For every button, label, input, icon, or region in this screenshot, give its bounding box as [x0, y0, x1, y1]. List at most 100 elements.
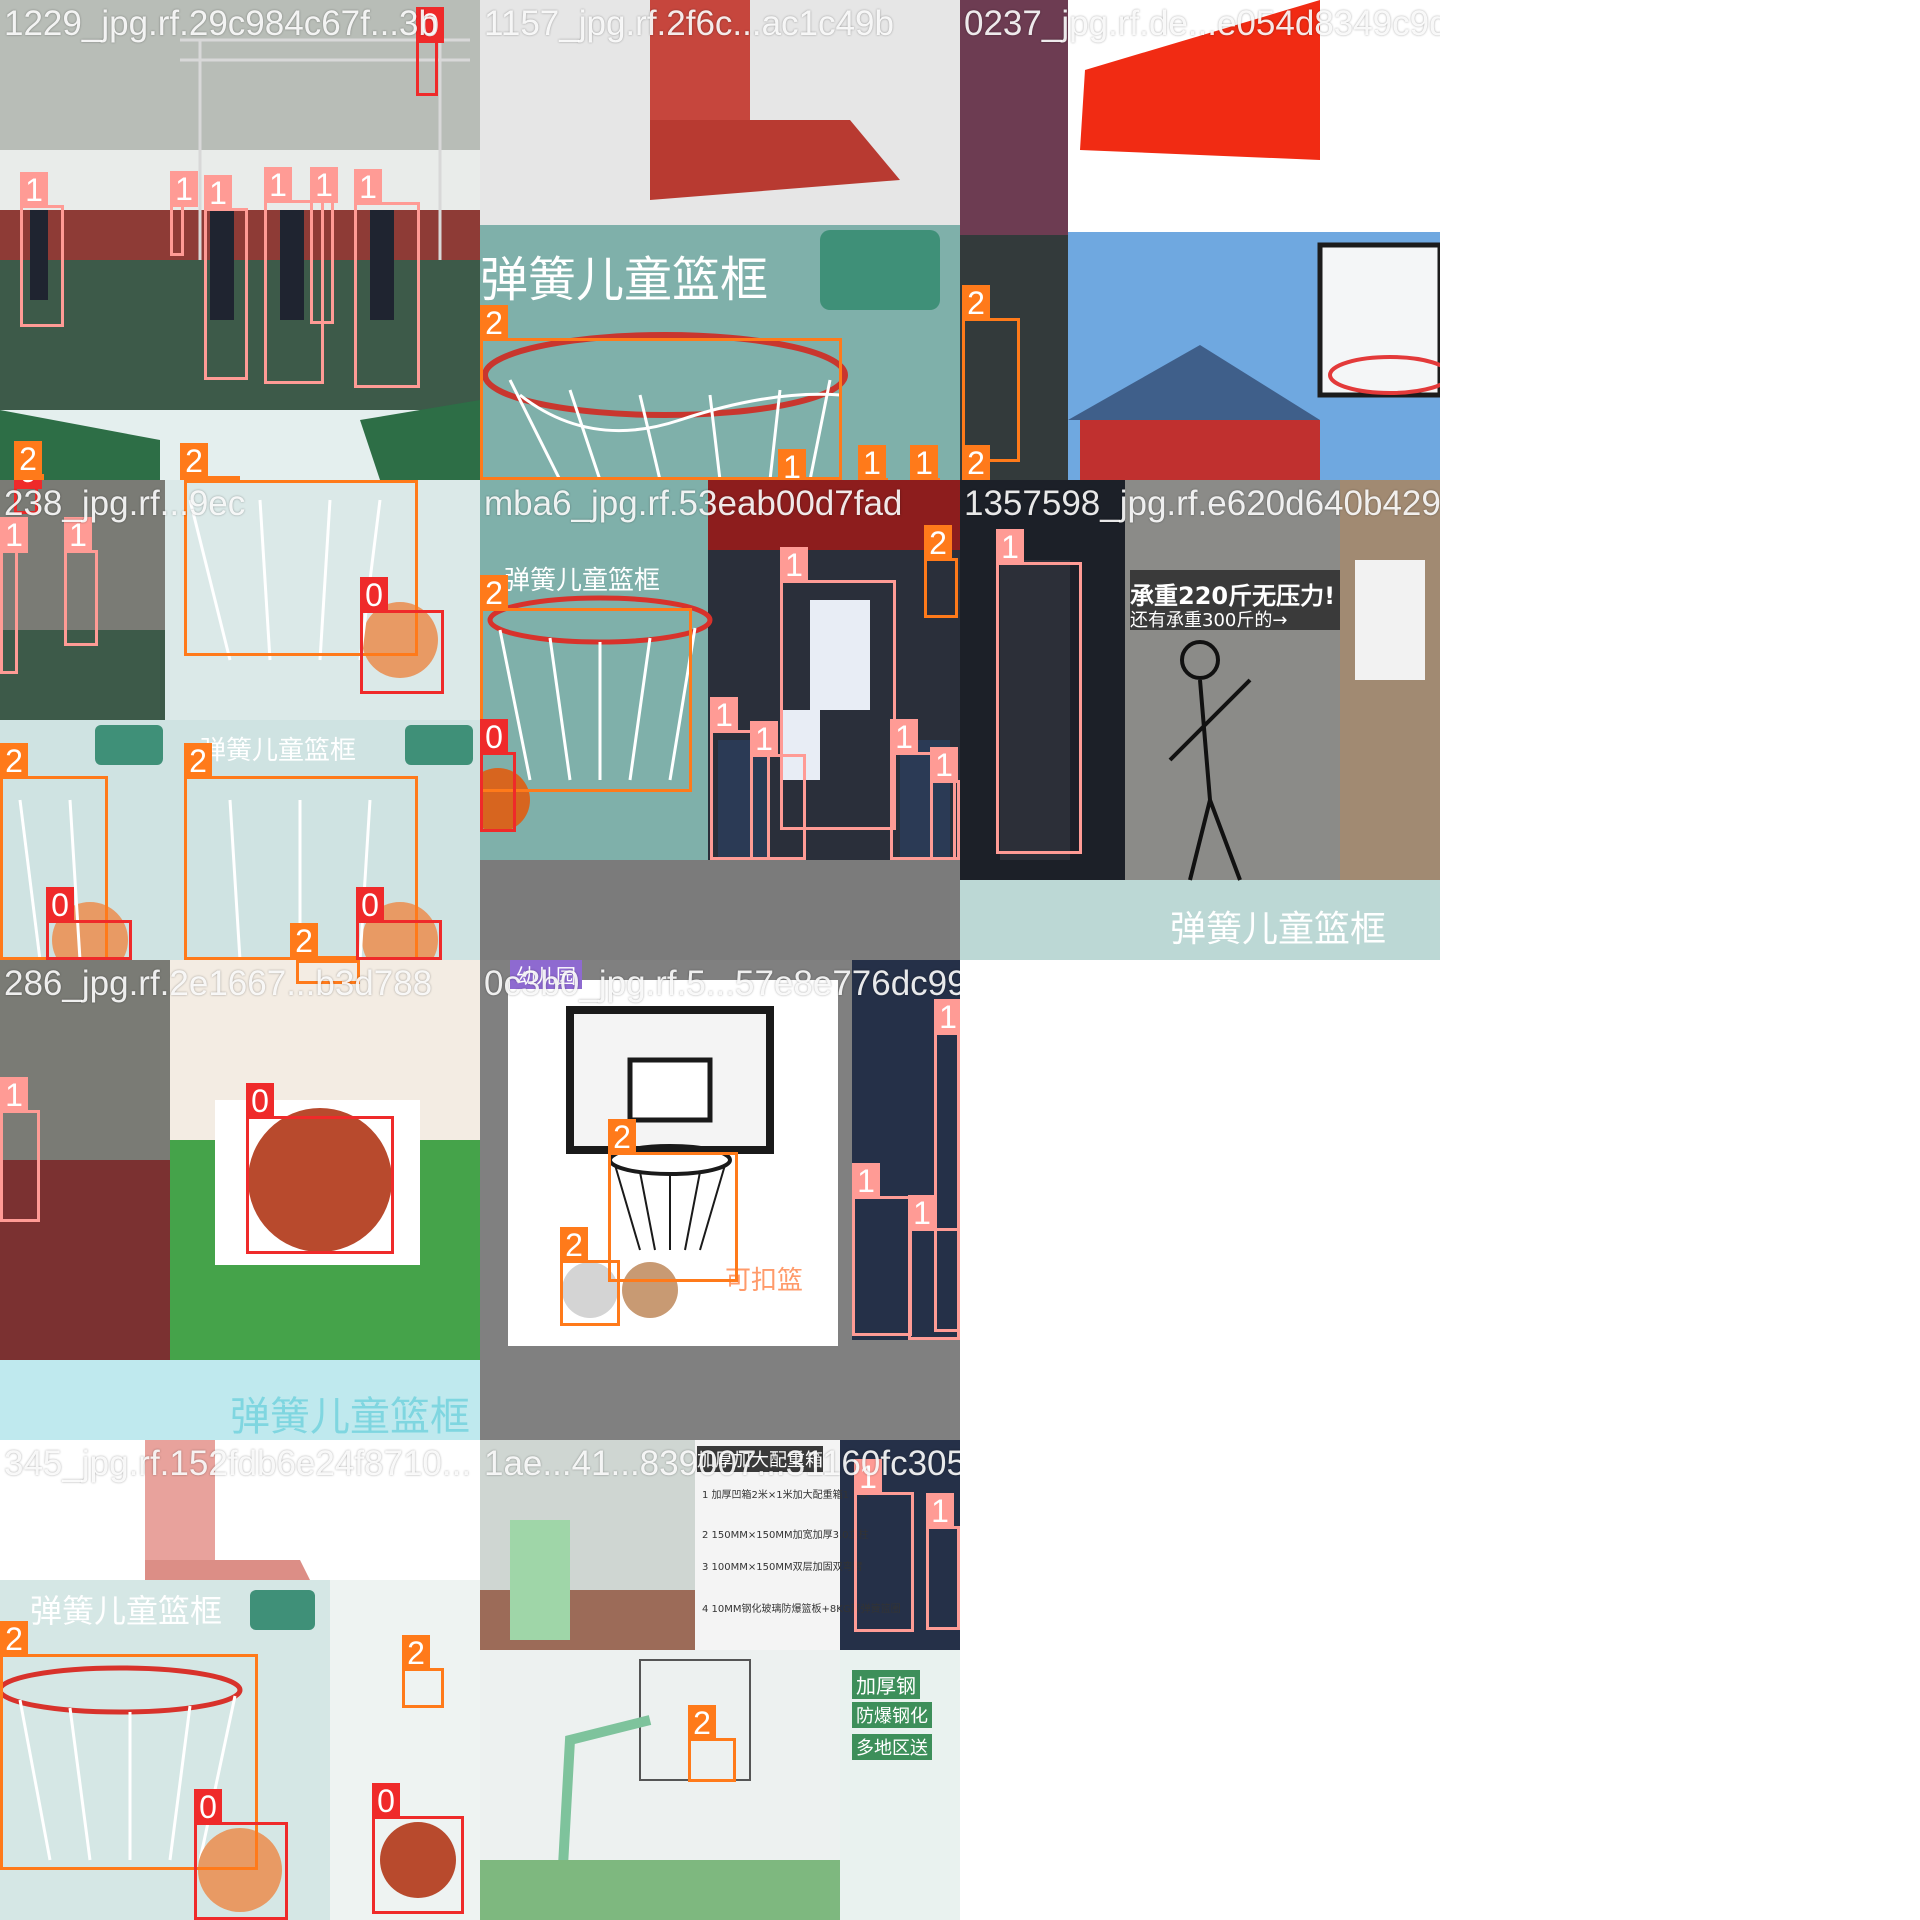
class-label: 2: [924, 525, 952, 561]
class-label: 1: [310, 167, 338, 203]
tile-filename: 1229_jpg.rf.29c984c67f...3b: [4, 4, 438, 43]
detection-box: 0: [356, 887, 442, 960]
tile-filename: 1ae...41...839007...31160fc305651fc86bd: [484, 1444, 960, 1483]
tile-filename: 238_jpg.rf...9ec: [4, 484, 246, 523]
class-label: 2: [184, 743, 212, 779]
class-label: 1: [858, 445, 886, 480]
detection-box: 1: [0, 1077, 40, 1222]
detection-box: 1: [910, 445, 940, 480]
class-label: 0: [480, 719, 508, 755]
overlay-text: 弹簧儿童篮框: [480, 252, 769, 308]
detection-box: 1: [170, 171, 198, 256]
mosaic-tile-1: 1229_jpg.rf.29c984c67f...3b 0 1 1 1 1 1 …: [0, 0, 480, 480]
side-line: 多地区送: [852, 1734, 932, 1760]
class-label: 2: [290, 923, 318, 959]
mosaic-tile-4: 弹簧儿童篮框 238_jpg.rf...9ec 0 2 1 1 0 2 2 0 …: [0, 480, 480, 960]
detection-box: 2: [962, 445, 990, 480]
class-label: 1: [926, 1493, 954, 1529]
detection-box: 0: [46, 887, 132, 960]
detection-box: 2: [560, 1227, 620, 1326]
class-label: 1: [778, 449, 806, 480]
tile-filename: mba6_jpg.rf.53eab00d7fad: [484, 484, 903, 523]
overlay-text: 弹簧儿童篮框: [504, 566, 661, 596]
class-label: 1: [930, 747, 958, 783]
class-label: 1: [852, 1163, 880, 1199]
class-label: 2: [0, 1621, 28, 1657]
side-line: 防爆钢化: [852, 1702, 932, 1728]
mosaic-tile-6: 承重220斤无压力! 还有承重300斤的→ 弹簧儿童篮框 1357598_jpg…: [960, 480, 1440, 960]
class-label: 2: [480, 575, 508, 611]
mosaic-tile-8: 幼儿园 可扣篮 0c3b0_jpg.rf.5...57e8e776dc99e3b…: [480, 960, 960, 1440]
detection-box: 0: [480, 719, 516, 832]
tile-filename: 286_jpg.rf.2e1667...b3d788: [4, 964, 433, 1003]
overlay-line: 还有承重300斤的→: [1130, 610, 1288, 631]
class-label: 0: [372, 1783, 400, 1819]
detection-box: 1: [926, 1493, 960, 1630]
overlay-text: 弹簧儿童篮框: [30, 1592, 223, 1630]
caption-text: 弹簧儿童篮框: [1170, 909, 1387, 950]
detection-box: 0: [372, 1783, 464, 1914]
detection-box: 1: [310, 167, 338, 324]
photo-ball-field: [0, 960, 480, 1440]
detection-box: 1: [0, 517, 28, 674]
class-label: 1: [710, 697, 738, 733]
photo-backboard-house: [960, 0, 1440, 480]
tile-filename: 1357598_jpg.rf.e620d640b429c286ce71d94c1…: [964, 484, 1440, 523]
class-label: 0: [246, 1083, 274, 1119]
detection-box: 2: [402, 1635, 444, 1708]
detection-box: 1: [930, 747, 960, 860]
detection-box: 2: [962, 285, 1020, 462]
detection-box: 0: [416, 7, 444, 96]
detection-box: 0: [194, 1789, 288, 1920]
class-label: 0: [46, 887, 74, 923]
detection-box: 2: [924, 525, 958, 618]
class-label: 1: [890, 719, 918, 755]
mosaic-tile-10: 加厚加大配重箱 1 加厚凹箱2米×1米加大配重箱1.1米 2 150MM×150…: [480, 1440, 960, 1920]
class-label: 1: [0, 1077, 28, 1113]
class-label: 1: [354, 169, 382, 205]
mosaic-tile-5: 弹簧儿童篮框 mba6_jpg.rf.53eab00d7fad 2 0 1 1 …: [480, 480, 960, 960]
spec-line: 1 加厚凹箱2米×1米加大配重箱1.1米: [702, 1490, 869, 1501]
detection-box: 1: [854, 1459, 914, 1632]
detection-box: 1: [20, 172, 64, 327]
class-label: 0: [356, 887, 384, 923]
detection-box: 2: [688, 1705, 736, 1782]
detection-box: 1: [64, 517, 98, 646]
class-label: 2: [0, 743, 28, 779]
class-label: 2: [14, 441, 42, 477]
mosaic-tile-7: 弹簧儿童篮框 286_jpg.rf.2e1667...b3d788 1 0 2: [0, 960, 480, 1440]
class-label: 1: [750, 721, 778, 757]
detection-box: 1: [750, 721, 806, 860]
class-label: 2: [402, 1635, 430, 1671]
class-label: 1: [170, 171, 198, 207]
class-label: 2: [296, 960, 324, 963]
tile-filename: 0237_jpg.rf.de...e054d8349c9d558c023f337: [964, 4, 1440, 43]
tile-filename: 0c3b0_jpg.rf.5...57e8e776dc99e3bea9728f4…: [484, 964, 960, 1003]
overlay-text: 弹簧儿童篮框: [230, 1394, 470, 1440]
detection-box: 1: [204, 175, 248, 380]
detection-box: 2: [608, 1119, 738, 1282]
class-label: 2: [180, 443, 208, 479]
class-label: 1: [910, 445, 938, 480]
overlay-text: 弹簧儿童篮框: [200, 736, 357, 766]
tile-filename: 1157_jpg.rf.2f6c...ac1c49b: [484, 4, 894, 43]
class-label: 1: [996, 529, 1024, 565]
detection-box: 1: [996, 529, 1082, 854]
mosaic-tile-9: 弹簧儿童篮框 345_jpg.rf.152fdb6e24f8710... 2 0…: [0, 1440, 480, 1920]
mosaic-tile-2: 弹簧儿童篮框 1157_jpg.rf.2f6c...ac1c49b 2 1 1 …: [480, 0, 960, 480]
detection-box: 1: [908, 1195, 960, 1340]
spec-line: 3 100MM×150MM双层加固双弯臂: [702, 1562, 863, 1573]
class-label: 1: [204, 175, 232, 211]
class-label: 2: [480, 305, 508, 341]
class-label: 2: [962, 285, 990, 321]
detection-box: 1: [858, 445, 888, 480]
class-label: 1: [934, 999, 960, 1035]
detection-box: 1: [354, 169, 420, 388]
detection-box: 0: [246, 1083, 394, 1254]
class-label: 0: [360, 577, 388, 613]
detection-box: 0: [360, 577, 444, 694]
class-label: 1: [264, 167, 292, 203]
class-label: 1: [20, 172, 48, 208]
class-label: 2: [560, 1227, 588, 1263]
class-label: 2: [608, 1119, 636, 1155]
